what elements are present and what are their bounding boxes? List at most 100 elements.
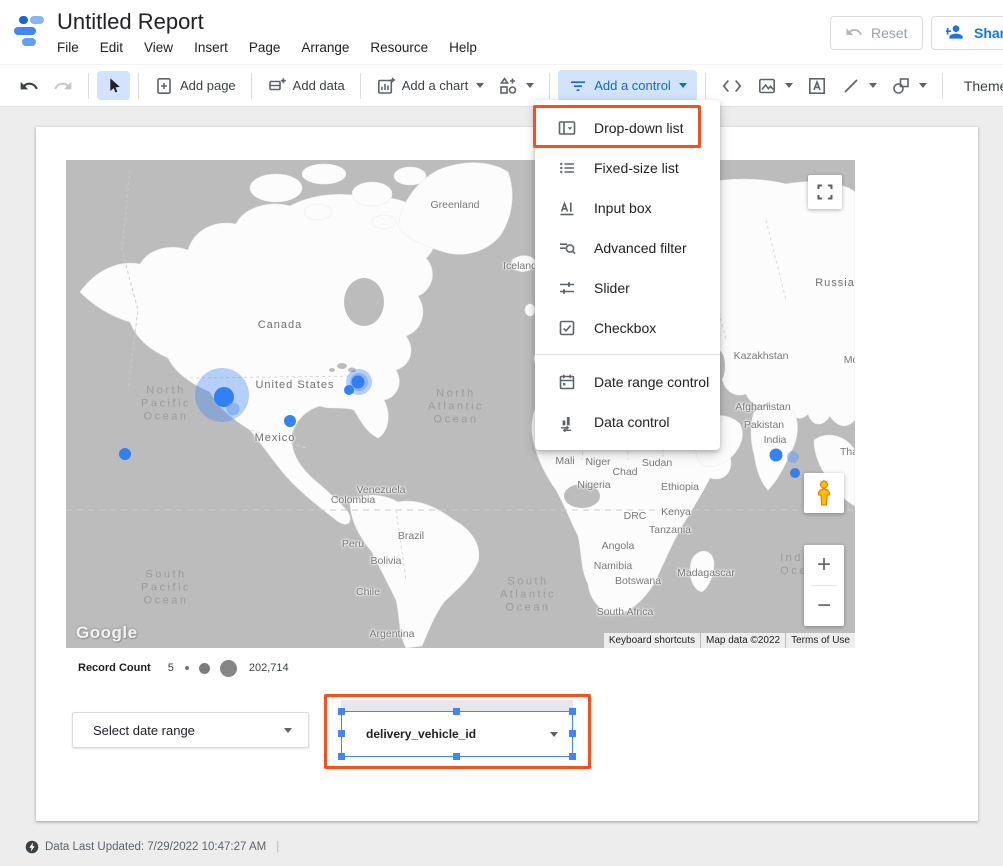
menu-resource[interactable]: Resource <box>370 40 428 55</box>
checkbox-icon <box>557 318 577 338</box>
date-range-control[interactable]: Select date range <box>72 712 309 748</box>
selection-handle[interactable] <box>338 753 345 760</box>
add-chart-label: Add a chart <box>402 78 469 93</box>
map-zoom-control: + − <box>804 545 844 626</box>
menu-view[interactable]: View <box>144 40 173 55</box>
add-data-button[interactable]: Add data <box>260 71 352 101</box>
map-bubble[interactable] <box>790 468 800 478</box>
share-button[interactable]: Share <box>931 16 1003 50</box>
redo-button[interactable] <box>46 71 80 101</box>
map-data-label: Map data ©2022 <box>701 633 785 648</box>
image-button[interactable] <box>750 71 800 101</box>
add-chart-button[interactable]: Add a chart <box>369 71 492 101</box>
menu-item-label: Input box <box>594 200 652 216</box>
add-data-label: Add data <box>293 78 345 93</box>
fullscreen-icon <box>817 184 833 200</box>
legend-dot-medium <box>199 663 210 674</box>
google-logo: Google <box>76 623 138 643</box>
menu-help[interactable]: Help <box>449 40 477 55</box>
selection-handle[interactable] <box>338 708 345 715</box>
menu-item-drop-down-list[interactable]: Drop-down list <box>535 108 720 148</box>
selection-handle[interactable] <box>569 753 576 760</box>
map-bubble[interactable] <box>344 385 354 395</box>
selection-handle[interactable] <box>569 708 576 715</box>
menubar: File Edit View Insert Page Arrange Resource Hel… <box>57 40 498 55</box>
menu-item-slider[interactable]: Slider <box>535 268 720 308</box>
toolbar-separator <box>251 73 252 99</box>
selection-handle[interactable] <box>453 753 460 760</box>
map-bubble[interactable] <box>119 448 131 460</box>
chevron-down-icon <box>526 83 534 88</box>
dropdown-list-icon <box>557 118 577 138</box>
map-bubble[interactable] <box>770 449 783 462</box>
selection-handle[interactable] <box>338 730 345 737</box>
toolbar-separator <box>549 73 550 99</box>
legend-dot-large <box>220 660 237 677</box>
add-control-label: Add a control <box>594 78 671 93</box>
filter-list-icon <box>568 76 588 96</box>
line-icon <box>841 76 861 96</box>
add-control-button[interactable]: Add a control <box>558 70 697 102</box>
embed-url-button[interactable] <box>714 71 750 101</box>
app-header: Untitled Report File Edit View Insert Page Ar… <box>0 0 1003 64</box>
menu-item-data-control[interactable]: Data control <box>535 402 720 442</box>
menu-item-fixed-size-list[interactable]: Fixed-size list <box>535 148 720 188</box>
menu-arrange[interactable]: Arrange <box>301 40 349 55</box>
community-visualizations-button[interactable] <box>491 71 541 101</box>
toolbar-separator <box>138 73 139 99</box>
menu-file[interactable]: File <box>57 40 79 55</box>
geo-bubble-map-chart[interactable]: North Pacific OceanNorth Atlantic OceanS… <box>66 160 855 648</box>
keyboard-shortcuts-link[interactable]: Keyboard shortcuts <box>604 633 700 648</box>
menu-insert[interactable]: Insert <box>194 40 228 55</box>
community-viz-icon <box>498 76 518 96</box>
advanced-filter-icon <box>557 238 577 258</box>
undo-button[interactable] <box>12 71 46 101</box>
pegman-street-view-button[interactable] <box>804 473 844 513</box>
map-bubble[interactable] <box>352 376 365 389</box>
report-page[interactable]: North Pacific OceanNorth Atlantic OceanS… <box>36 127 978 821</box>
chevron-down-icon <box>679 83 687 88</box>
text-button[interactable] <box>800 71 834 101</box>
vehicle-dropdown-control[interactable]: delivery_vehicle_id <box>341 711 573 757</box>
bubble-size-legend: Record Count 5 202,714 <box>78 659 289 677</box>
reset-undo-icon <box>845 23 863 44</box>
selection-handle[interactable] <box>569 730 576 737</box>
map-bubble[interactable] <box>787 451 799 463</box>
menu-item-input-box[interactable]: Input box <box>535 188 720 228</box>
map-bubble[interactable] <box>284 415 296 427</box>
menu-item-advanced-filter[interactable]: Advanced filter <box>535 228 720 268</box>
zoom-in-button[interactable]: + <box>804 545 844 585</box>
toolbar-separator <box>942 73 943 99</box>
toolbar-separator <box>360 73 361 99</box>
data-control-icon <box>557 412 577 432</box>
toolbar-separator <box>88 73 89 99</box>
theme-and-layout-button[interactable]: Theme and layout <box>957 73 1003 99</box>
shape-button[interactable] <box>884 71 934 101</box>
terms-of-use-link[interactable]: Terms of Use <box>786 633 855 648</box>
zoom-out-button[interactable]: − <box>804 586 844 626</box>
vehicle-dropdown-label: delivery_vehicle_id <box>366 727 476 741</box>
select-tool-button[interactable] <box>97 71 130 100</box>
menu-edit[interactable]: Edit <box>100 40 123 55</box>
line-button[interactable] <box>834 71 884 101</box>
legend-min-value: 5 <box>168 662 174 674</box>
selection-handle[interactable] <box>453 708 460 715</box>
menu-item-date-range-control[interactable]: Date range control <box>535 362 720 402</box>
input-box-icon <box>557 198 577 218</box>
report-title[interactable]: Untitled Report <box>57 9 204 35</box>
add-page-button[interactable]: Add page <box>147 71 243 101</box>
toolbar-separator <box>705 73 706 99</box>
data-studio-logo-icon[interactable] <box>14 16 44 46</box>
date-range-label: Select date range <box>93 723 195 738</box>
fullscreen-button[interactable] <box>808 175 842 209</box>
add-control-menu: Drop-down listFixed-size list Input box Ad… <box>535 100 720 450</box>
menu-item-checkbox[interactable]: Checkbox <box>535 308 720 348</box>
reset-button[interactable]: Reset <box>830 16 923 50</box>
theme-layout-label: Theme and layout <box>964 78 1003 94</box>
map-bubble[interactable] <box>227 403 240 416</box>
image-icon <box>757 76 777 96</box>
looker-studio-app: Untitled Report File Edit View Insert Page Ar… <box>0 0 1003 866</box>
menu-page[interactable]: Page <box>249 40 281 55</box>
shape-icon <box>891 76 911 96</box>
chevron-down-icon <box>476 83 484 88</box>
